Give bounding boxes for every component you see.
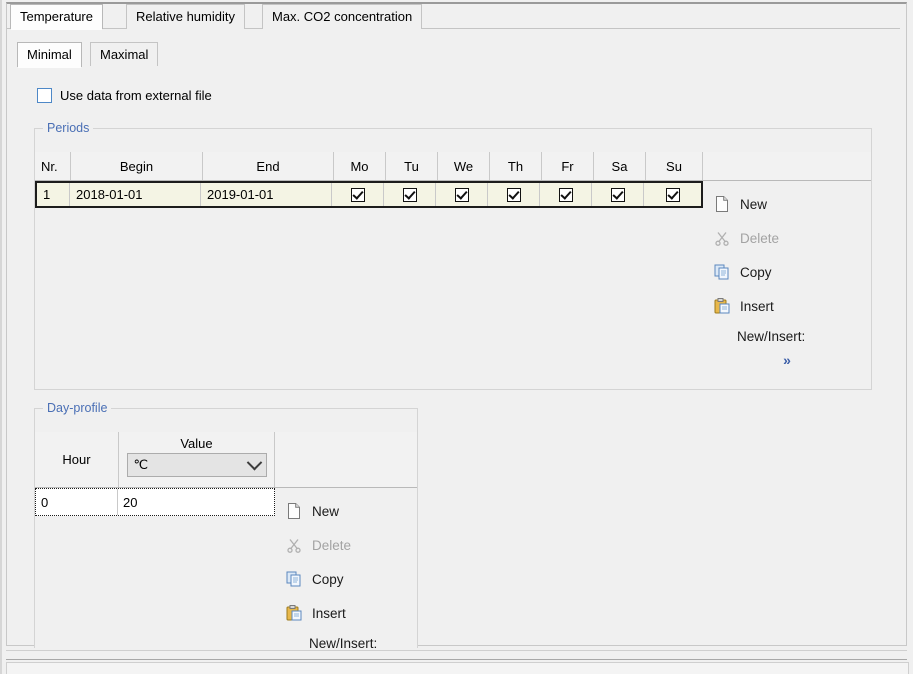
unit-select[interactable]: ℃ bbox=[127, 453, 267, 477]
checkbox-tu[interactable] bbox=[403, 188, 417, 202]
periods-table-header: Nr. Begin End Mo Tu We Th Fr Sa Su bbox=[35, 152, 871, 181]
checkbox-we[interactable] bbox=[455, 188, 469, 202]
column-header-fr[interactable]: Fr bbox=[542, 152, 594, 180]
day-profile-copy-button[interactable]: Copy bbox=[275, 562, 417, 596]
window-status-strip bbox=[6, 662, 909, 674]
tab-temperature-label: Temperature bbox=[20, 9, 93, 24]
tab-max-co2[interactable]: Max. CO2 concentration bbox=[262, 4, 422, 29]
checkbox-mo[interactable] bbox=[351, 188, 365, 202]
cell-day-mo[interactable] bbox=[332, 183, 384, 206]
tab-relative-humidity[interactable]: Relative humidity bbox=[126, 4, 245, 29]
day-profile-insert-label: Insert bbox=[312, 606, 346, 621]
checkbox-th[interactable] bbox=[507, 188, 521, 202]
new-document-icon bbox=[285, 502, 303, 520]
cell-day-th[interactable] bbox=[488, 183, 540, 206]
tab-content-panel: Use data from external file Periods Nr. … bbox=[7, 66, 900, 643]
tab-maximal[interactable]: Maximal bbox=[90, 42, 158, 67]
checkbox-sa[interactable] bbox=[611, 188, 625, 202]
day-profile-table: Hour Value ℃ 0 20 bbox=[35, 432, 417, 648]
clipboard-paste-icon bbox=[713, 297, 731, 315]
column-header-we[interactable]: We bbox=[438, 152, 490, 180]
secondary-tabstrip: Minimal Maximal bbox=[7, 42, 900, 67]
cell-day-we[interactable] bbox=[436, 183, 488, 206]
day-profile-copy-label: Copy bbox=[312, 572, 344, 587]
checkbox-su[interactable] bbox=[666, 188, 680, 202]
tab-maximal-label: Maximal bbox=[100, 47, 148, 62]
window-bottom-separator bbox=[6, 650, 907, 660]
chevron-down-icon bbox=[246, 454, 262, 470]
day-profile-empty-grid-area[interactable] bbox=[35, 517, 276, 648]
periods-insert-button[interactable]: Insert bbox=[703, 289, 871, 323]
scissors-icon bbox=[285, 536, 303, 554]
column-header-spacer bbox=[703, 152, 871, 180]
column-header-mo[interactable]: Mo bbox=[334, 152, 386, 180]
column-header-th[interactable]: Th bbox=[490, 152, 542, 180]
day-profile-group-title: Day-profile bbox=[43, 401, 111, 415]
column-header-end[interactable]: End bbox=[203, 152, 334, 180]
day-profile-new-button[interactable]: New bbox=[275, 494, 417, 528]
periods-new-insert-note: New/Insert: bbox=[703, 323, 871, 349]
day-profile-new-label: New bbox=[312, 504, 339, 519]
periods-delete-label: Delete bbox=[740, 231, 779, 246]
tab-relative-humidity-label: Relative humidity bbox=[136, 9, 235, 24]
column-header-su[interactable]: Su bbox=[646, 152, 703, 180]
periods-copy-button[interactable]: Copy bbox=[703, 255, 871, 289]
periods-new-label: New bbox=[740, 197, 767, 212]
application-window: Temperature Relative humidity Max. CO2 c… bbox=[0, 0, 913, 674]
copy-pages-icon bbox=[713, 263, 731, 281]
cell-day-su[interactable] bbox=[644, 183, 701, 206]
use-external-file-label: Use data from external file bbox=[60, 88, 212, 103]
periods-expand-chevron-icon[interactable]: » bbox=[703, 349, 871, 371]
periods-table: Nr. Begin End Mo Tu We Th Fr Sa Su 1 201… bbox=[35, 152, 871, 389]
use-external-file-row[interactable]: Use data from external file bbox=[37, 88, 212, 103]
periods-group-title: Periods bbox=[43, 121, 93, 135]
tab-minimal-label: Minimal bbox=[27, 47, 72, 62]
column-header-sa[interactable]: Sa bbox=[594, 152, 646, 180]
scissors-icon bbox=[713, 229, 731, 247]
cell-day-sa[interactable] bbox=[592, 183, 644, 206]
table-row[interactable]: 1 2018-01-01 2019-01-01 bbox=[35, 181, 703, 208]
clipboard-paste-icon bbox=[285, 604, 303, 622]
cell-begin[interactable]: 2018-01-01 bbox=[70, 183, 201, 206]
cell-value[interactable]: 20 bbox=[118, 489, 274, 515]
tab-minimal[interactable]: Minimal bbox=[17, 42, 82, 67]
periods-group: Periods Nr. Begin End Mo Tu We Th Fr Sa … bbox=[34, 128, 872, 390]
day-profile-command-panel: New Delete Copy bbox=[275, 488, 417, 671]
cell-day-fr[interactable] bbox=[540, 183, 592, 206]
copy-pages-icon bbox=[285, 570, 303, 588]
day-profile-delete-button[interactable]: Delete bbox=[275, 528, 417, 562]
periods-command-panel: New Delete Copy bbox=[703, 181, 871, 389]
column-header-nr[interactable]: Nr. bbox=[35, 152, 71, 180]
periods-copy-label: Copy bbox=[740, 265, 772, 280]
day-profile-group: Day-profile Hour Value ℃ 0 20 bbox=[34, 408, 418, 648]
periods-insert-label: Insert bbox=[740, 299, 774, 314]
column-header-tu[interactable]: Tu bbox=[386, 152, 438, 180]
checkbox-fr[interactable] bbox=[559, 188, 573, 202]
cell-end[interactable]: 2019-01-01 bbox=[201, 183, 332, 206]
new-document-icon bbox=[713, 195, 731, 213]
unit-select-value: ℃ bbox=[134, 457, 149, 473]
cell-nr[interactable]: 1 bbox=[37, 183, 70, 206]
periods-empty-grid-area[interactable] bbox=[35, 209, 704, 388]
use-external-file-checkbox[interactable] bbox=[37, 88, 52, 103]
column-header-hour[interactable]: Hour bbox=[35, 432, 119, 487]
tab-max-co2-label: Max. CO2 concentration bbox=[272, 9, 412, 24]
periods-new-button[interactable]: New bbox=[703, 187, 871, 221]
tab-temperature[interactable]: Temperature bbox=[10, 4, 103, 29]
primary-tabstrip: Temperature Relative humidity Max. CO2 c… bbox=[7, 4, 900, 29]
column-header-value: Value ℃ bbox=[119, 432, 275, 487]
day-profile-table-header: Hour Value ℃ bbox=[35, 432, 417, 488]
cell-hour[interactable]: 0 bbox=[36, 489, 118, 515]
day-profile-delete-label: Delete bbox=[312, 538, 351, 553]
cell-day-tu[interactable] bbox=[384, 183, 436, 206]
column-header-blank bbox=[275, 432, 417, 487]
column-header-begin[interactable]: Begin bbox=[71, 152, 203, 180]
column-header-value-label: Value bbox=[180, 436, 212, 451]
day-profile-insert-button[interactable]: Insert bbox=[275, 596, 417, 630]
table-row[interactable]: 0 20 bbox=[35, 488, 275, 516]
periods-delete-button[interactable]: Delete bbox=[703, 221, 871, 255]
